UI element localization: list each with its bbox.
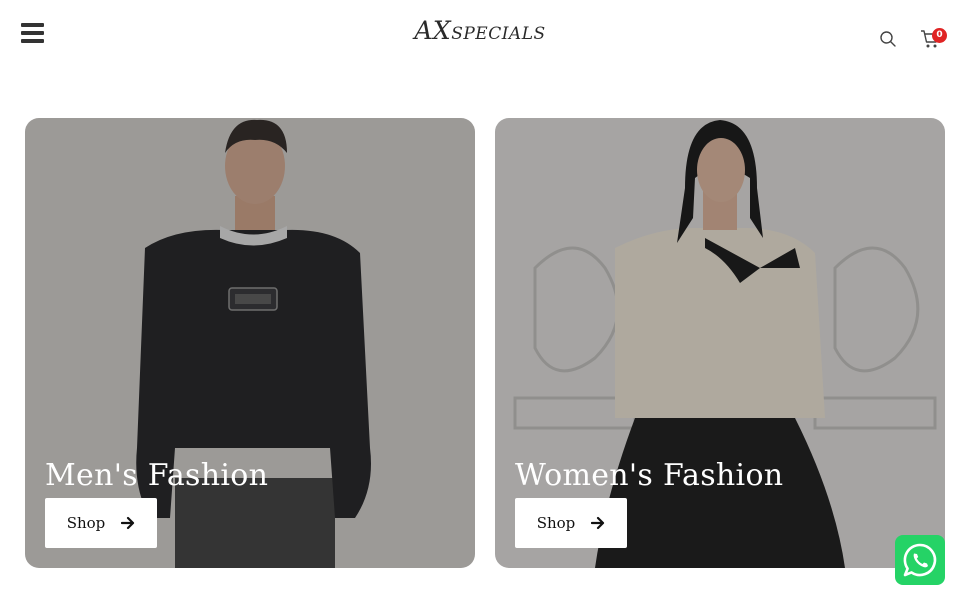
menu-button[interactable]	[21, 23, 44, 46]
site-logo[interactable]: AXSPECIALS	[400, 18, 560, 64]
logo-wordmark: AXSPECIALS	[414, 16, 546, 45]
card-title: Men's Fashion	[45, 458, 269, 493]
mens-fashion-card[interactable]: Men's Fashion Shop	[25, 118, 475, 568]
whatsapp-icon	[903, 543, 937, 577]
shop-button-label: Shop	[66, 514, 106, 532]
shop-button[interactable]: Shop	[45, 498, 157, 548]
hamburger-icon	[21, 23, 44, 27]
cart-count-badge: 0	[932, 28, 947, 43]
shop-button[interactable]: Shop	[515, 498, 627, 548]
cart-button[interactable]: 0	[920, 26, 948, 50]
search-button[interactable]	[879, 30, 897, 48]
search-icon	[880, 31, 896, 47]
shop-button-label: Shop	[536, 514, 576, 532]
card-title: Women's Fashion	[515, 458, 784, 493]
arrow-right-icon	[121, 516, 135, 530]
site-header: AXSPECIALS 0	[0, 0, 960, 80]
womens-fashion-card[interactable]: Women's Fashion Shop	[495, 118, 945, 568]
whatsapp-button[interactable]	[895, 535, 945, 585]
arrow-right-icon	[591, 516, 605, 530]
